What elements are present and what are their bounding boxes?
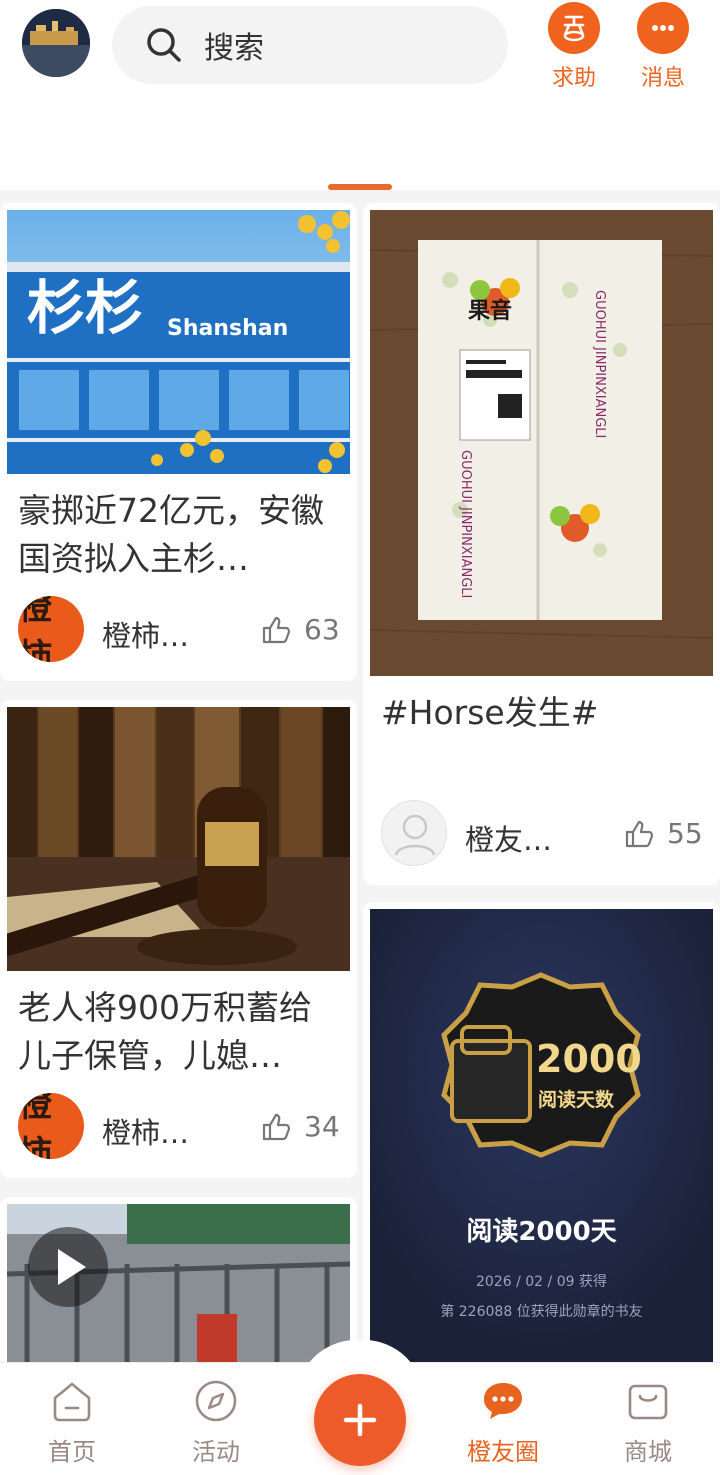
author-name: 橙友… [465,823,553,857]
badge-rank: 第 226088 位获得此勋章的书友 [440,1304,643,1320]
play-button[interactable] [28,1227,108,1307]
nav-home-label: 首页 [48,1438,96,1466]
search-bar[interactable]: 搜索 [112,6,508,84]
nav-circle[interactable]: 橙友圈 [453,1378,553,1467]
badge-title: 阅读2000天 [466,1217,617,1247]
thumbs-up-icon [262,1113,291,1140]
help-label: 求助 [551,66,596,91]
svg-text:杉杉: 杉杉 [27,274,143,342]
badge-image: 2000 阅读天数 阅读2000天 2026 / 02 / 09 获得 第 22… [370,909,713,1377]
like-count-value: 34 [304,1110,340,1143]
chat-bubble-icon [637,2,689,54]
card-image [7,707,350,971]
author-avatar: 橙柿 [18,596,84,662]
like-count-value: 63 [304,613,340,646]
active-tab-indicator [328,184,392,190]
card-title: 豪掷近72亿元，安徽国资拟入主杉… [18,491,324,578]
nav-circle-label: 橙友圈 [467,1438,539,1466]
feed-card-1[interactable]: 杉杉 Shanshan 豪掷近72亿元，安徽国资拟入主杉… 橙柿 橙柿… 63 [0,203,357,681]
badge-unit: 阅读天数 [538,1089,615,1111]
author-name: 橙柿… [102,619,190,653]
thumbs-up-icon [625,820,654,847]
nav-activity[interactable]: 活动 [166,1378,266,1467]
feed-card-4[interactable]: 果音 GUOHUI JINPINXIANGLI GUOHUI JINPINXIA… [363,203,720,885]
plus-icon [343,1403,377,1437]
author-avatar: 橙柿 [18,1093,84,1159]
play-icon [58,1249,86,1285]
search-placeholder: 搜索 [204,31,264,66]
shopping-bag-icon [628,1384,668,1420]
feed-card-2[interactable]: 老人将900万积蓄给儿子保管，儿媳… 橙柿 橙柿… 34 [0,700,357,1178]
nav-activity-label: 活动 [192,1438,240,1466]
post-button[interactable] [314,1374,406,1466]
like-count-value: 55 [667,817,703,850]
svg-text:GUOHUI JINPINXIANGLI: GUOHUI JINPINXIANGLI [458,450,473,598]
default-avatar-icon [381,800,447,866]
card-image: 杉杉 Shanshan [7,210,350,474]
help-icon [548,2,600,54]
svg-text:Shanshan: Shanshan [167,316,288,341]
card-title: #Horse发生# [381,693,599,732]
compass-icon [195,1380,237,1422]
badge-date: 2026 / 02 / 09 获得 [476,1274,607,1290]
author-name: 橙柿… [102,1116,190,1150]
user-avatar[interactable] [22,9,90,77]
feed-card-5-badge[interactable]: 2000 阅读天数 阅读2000天 2026 / 02 / 09 获得 第 22… [363,902,720,1377]
nav-mall-label: 商城 [624,1438,672,1466]
like-count[interactable]: 55 [623,817,703,850]
search-icon [147,28,181,62]
home-icon [53,1382,91,1422]
nav-mall[interactable]: 商城 [598,1378,698,1467]
nav-home[interactable]: 首页 [22,1378,122,1467]
feed-card-3-video[interactable] [0,1197,357,1377]
thumbs-up-icon [262,616,291,643]
like-count[interactable]: 63 [260,613,340,646]
message-button[interactable]: 消息 [625,2,701,92]
badge-number: 2000 [536,1037,642,1081]
like-count[interactable]: 34 [260,1110,340,1143]
help-button[interactable]: 求助 [536,2,612,92]
message-label: 消息 [640,66,685,91]
card-title: 老人将900万积蓄给儿子保管，儿媳… [18,988,312,1075]
top-header: 搜索 求助 消息 [0,0,720,190]
card-image: 果音 GUOHUI JINPINXIANGLI GUOHUI JINPINXIA… [370,210,713,676]
svg-text:果音: 果音 [468,298,512,324]
svg-text:GUOHUI JINPINXIANGLI: GUOHUI JINPINXIANGLI [592,290,607,438]
chat-circle-icon [484,1383,522,1419]
